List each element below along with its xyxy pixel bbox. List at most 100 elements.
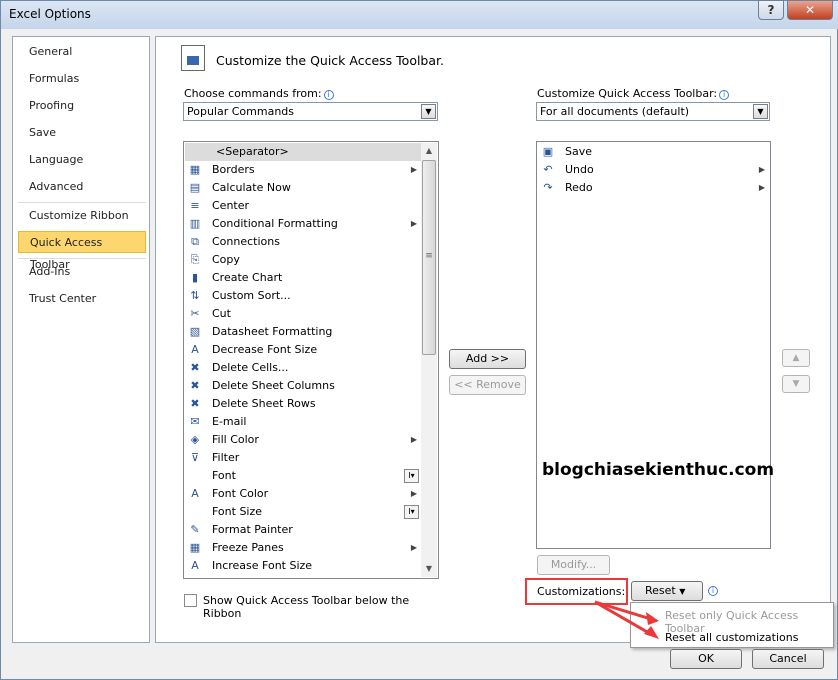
help-button[interactable]: ? — [758, 0, 784, 20]
combo-dropdown-icon: I▾ — [404, 505, 419, 519]
modify-button[interactable]: Modify... — [537, 555, 610, 575]
command-item[interactable]: ✂ Cut — [185, 305, 421, 323]
item-label: Copy — [212, 253, 240, 266]
nav-item-customize-ribbon[interactable]: Customize Ribbon — [18, 205, 146, 227]
connections-icon: ⧉ — [191, 235, 199, 248]
submenu-arrow-icon: ▶ — [410, 435, 417, 444]
command-item[interactable]: A Increase Font Size — [185, 557, 421, 575]
freeze-panes-icon: ▦ — [189, 541, 201, 554]
command-item[interactable]: ▮ Create Chart — [185, 269, 421, 287]
command-item[interactable]: ≡ Center — [185, 197, 421, 215]
scroll-down-icon[interactable]: ▼ — [421, 561, 437, 577]
submenu-arrow-icon: ▶ — [410, 489, 417, 498]
borders-icon: ▦ — [189, 163, 201, 176]
command-item[interactable]: ✎ Format Painter — [185, 521, 421, 539]
show-below-ribbon-checkbox[interactable] — [184, 594, 197, 607]
command-item[interactable]: A Decrease Font Size — [185, 341, 421, 359]
item-label: Datasheet Formatting — [212, 325, 333, 338]
fill-color-icon: ◈ — [190, 433, 200, 446]
nav-item-save[interactable]: Save — [18, 122, 146, 144]
reset-button[interactable]: Reset ▼ — [631, 581, 703, 601]
item-label: Font Size — [212, 505, 263, 518]
command-item[interactable]: ▥ Conditional Formatting ▶ — [185, 215, 421, 233]
reset-label: Reset — [645, 584, 676, 597]
submenu-arrow-icon: ▶ — [410, 219, 417, 228]
command-item[interactable]: Font I▾ — [185, 467, 421, 485]
remove-button[interactable]: << Remove — [449, 375, 526, 395]
scroll-up-icon[interactable]: ▲ — [421, 143, 437, 159]
commands-list[interactable]: <Separator> ▦ Borders ▶ ▤ Calculate Now ≡ Cente… — [183, 141, 439, 579]
nav-item-formulas[interactable]: Formulas — [18, 68, 146, 90]
scope-value: For all documents (default) — [540, 105, 690, 118]
nav-item-general[interactable]: General — [18, 41, 146, 63]
command-item[interactable]: ⧉ Connections — [185, 233, 421, 251]
command-item[interactable]: ⎘ Copy — [185, 251, 421, 269]
nav-item-quick-access-toolbar[interactable]: Quick Access Toolbar — [18, 231, 146, 271]
command-item[interactable]: Font Size I▾ — [185, 503, 421, 521]
quick-access-toolbar-icon — [181, 45, 205, 71]
command-item[interactable]: <Separator> — [185, 143, 421, 161]
delete-rows-icon: ✖ — [190, 397, 200, 410]
command-item[interactable]: ✖ Delete Sheet Rows — [185, 395, 421, 413]
toolbar-items-list[interactable]: ▣ Save ↶ Undo ▶ ↷ Redo ▶ — [536, 141, 771, 549]
item-label: Delete Cells... — [212, 361, 289, 374]
scope-dropdown[interactable]: For all documents (default) ▼ — [536, 102, 770, 121]
combo-dropdown-icon: I▾ — [404, 469, 419, 483]
chevron-down-icon[interactable]: ▼ — [753, 104, 768, 119]
cancel-button[interactable]: Cancel — [752, 649, 824, 669]
choose-commands-value: Popular Commands — [187, 105, 295, 118]
commands-scrollbar[interactable]: ▲ ≡ ▼ — [421, 143, 437, 577]
item-label: Conditional Formatting — [212, 217, 338, 230]
command-item[interactable]: ▧ Datasheet Formatting — [185, 323, 421, 341]
move-down-button[interactable]: ▼ — [782, 375, 810, 393]
move-up-button[interactable]: ▲ — [782, 349, 810, 367]
command-item[interactable]: ⊽ Filter — [185, 449, 421, 467]
redo-icon: ↷ — [543, 181, 553, 194]
nav-item-add-ins[interactable]: Add-Ins — [18, 261, 146, 283]
submenu-arrow-icon: ▶ — [410, 165, 417, 174]
nav-item-advanced[interactable]: Advanced — [18, 176, 146, 198]
command-item[interactable]: ✉ E-mail — [185, 413, 421, 431]
info-icon: i — [323, 90, 334, 100]
item-label: Custom Sort... — [212, 289, 291, 302]
undo-icon: ↶ — [543, 163, 553, 176]
add-button[interactable]: Add >> — [449, 349, 526, 369]
sort-icon: ⇅ — [190, 289, 200, 302]
command-item[interactable]: ✖ Delete Cells... — [185, 359, 421, 377]
item-label: E-mail — [212, 415, 247, 428]
info-icon: i — [719, 90, 730, 100]
show-below-ribbon-text-2: Ribbon — [203, 607, 242, 620]
command-item[interactable]: ◈ Fill Color ▶ — [185, 431, 421, 449]
datasheet-icon: ▧ — [189, 325, 201, 338]
item-label: Redo — [565, 181, 593, 194]
choose-commands-text: Choose commands from: — [184, 87, 322, 100]
close-button[interactable]: ✕ — [787, 0, 833, 20]
font-color-icon: A — [191, 487, 199, 500]
menu-item-reset-all[interactable]: Reset all customizations — [665, 631, 798, 644]
command-item[interactable]: ⇅ Custom Sort... — [185, 287, 421, 305]
calculator-icon: ▤ — [189, 181, 201, 194]
nav-divider — [18, 258, 146, 259]
command-item[interactable]: ▦ Borders ▶ — [185, 161, 421, 179]
ok-button[interactable]: OK — [670, 649, 742, 669]
filter-icon: ⊽ — [190, 451, 200, 464]
command-item[interactable]: ▦ Freeze Panes ▶ — [185, 539, 421, 557]
command-item[interactable]: A Font Color ▶ — [185, 485, 421, 503]
customize-toolbar-text: Customize Quick Access Toolbar: — [537, 87, 718, 100]
scissors-icon: ✂ — [190, 307, 200, 320]
chevron-down-icon[interactable]: ▼ — [421, 104, 436, 119]
item-label: Delete Sheet Columns — [212, 379, 335, 392]
nav-item-language[interactable]: Language — [18, 149, 146, 171]
nav-item-proofing[interactable]: Proofing — [18, 95, 146, 117]
item-label: Font Color — [212, 487, 269, 500]
item-label: Fill Color — [212, 433, 259, 446]
nav-item-trust-center[interactable]: Trust Center — [18, 288, 146, 310]
scroll-thumb[interactable]: ≡ — [422, 160, 436, 355]
choose-commands-dropdown[interactable]: Popular Commands ▼ — [183, 102, 438, 121]
command-item[interactable]: ✖ Delete Sheet Columns — [185, 377, 421, 395]
command-item[interactable]: ▤ Calculate Now — [185, 179, 421, 197]
toolbar-item[interactable]: ↷ Redo ▶ — [538, 179, 769, 197]
toolbar-item[interactable]: ↶ Undo ▶ — [538, 161, 769, 179]
toolbar-item[interactable]: ▣ Save — [538, 143, 769, 161]
nav-divider — [18, 202, 146, 203]
